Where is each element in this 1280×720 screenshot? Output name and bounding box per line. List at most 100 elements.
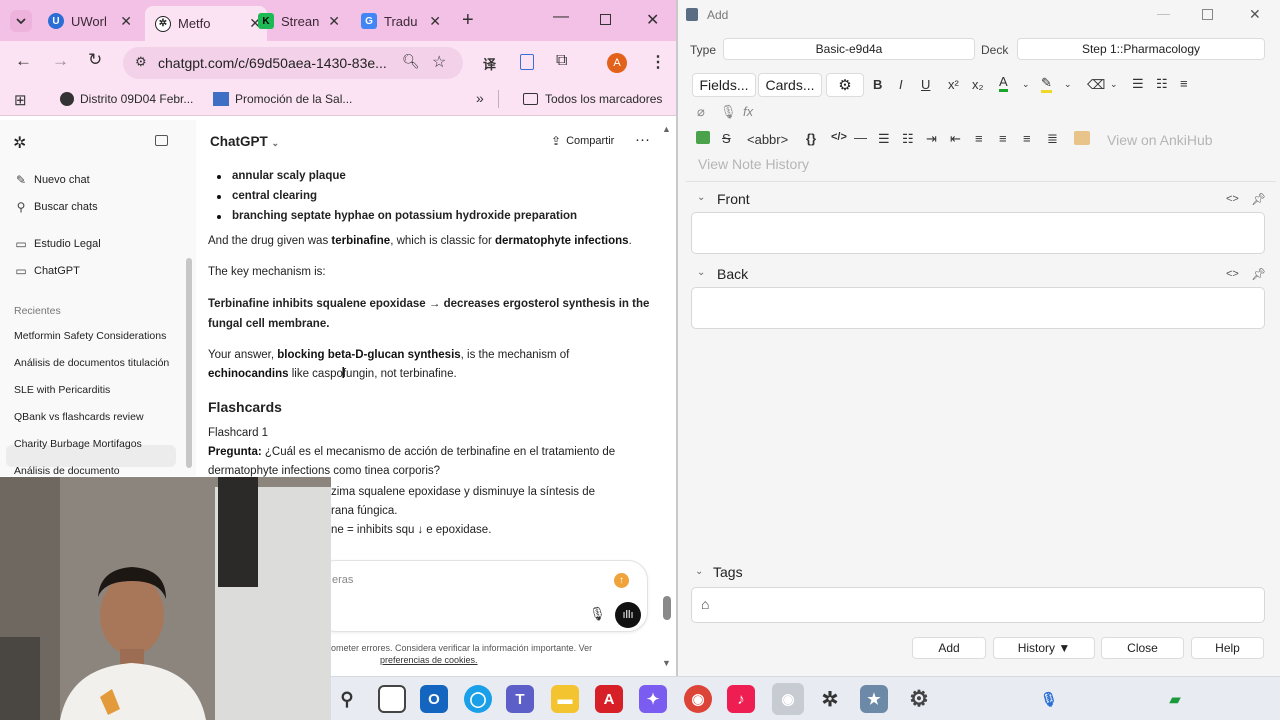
forward-icon[interactable]: → (52, 51, 69, 71)
file-explorer-icon[interactable]: ▬ (551, 685, 579, 713)
numbered-list-icon[interactable]: ☷ (902, 131, 914, 147)
sidebar-toggle-icon[interactable] (155, 135, 168, 146)
voice-mode-button[interactable]: ıllı (615, 602, 641, 628)
options-gear-button[interactable]: ⚙ (826, 73, 864, 97)
note-type-button[interactable]: Basic-e9d4a (723, 38, 975, 60)
code-button[interactable]: </> (831, 131, 847, 143)
minimize-button[interactable]: — (553, 8, 569, 26)
chatgpt-app-icon[interactable]: ✲ (816, 685, 844, 713)
align-icon[interactable]: ≡ (1180, 76, 1188, 91)
extensions-icon[interactable]: ⧉ (556, 52, 567, 70)
chevron-right-icon[interactable]: » (476, 90, 484, 106)
microphone-icon[interactable]: 🎙︎ (1035, 685, 1063, 713)
html-editor-icon[interactable]: <> (1226, 268, 1239, 280)
minimize-button[interactable]: — (1157, 6, 1170, 21)
tab-stream[interactable]: K Strean ✕ (258, 8, 340, 34)
numbered-list-icon[interactable]: ☷ (1156, 76, 1168, 92)
back-collapse-icon[interactable]: ⌄ (697, 267, 705, 278)
anki-icon[interactable]: ★ (860, 685, 888, 713)
pin-icon[interactable]: 📌︎ (1251, 267, 1266, 281)
outlook-icon[interactable]: O (420, 685, 448, 713)
file-viewer-icon[interactable] (378, 685, 406, 713)
tab-metformin[interactable]: ✲ Metfo ✕ (145, 6, 267, 41)
page-scrollbar-down[interactable]: ▼ (662, 658, 671, 668)
recent-item[interactable]: SLE with Pericarditis (14, 384, 110, 396)
close-icon[interactable]: ✕ (328, 13, 340, 30)
upload-arrow-icon[interactable]: ↑ (614, 573, 629, 588)
bulleted-list-icon[interactable]: ☰ (878, 131, 890, 147)
cortana-icon[interactable]: ◯ (464, 685, 492, 713)
tab-search-button[interactable] (10, 10, 32, 32)
tags-input[interactable]: ⌂ (691, 587, 1265, 623)
equation-icon[interactable]: fx (743, 104, 753, 119)
close-window-button[interactable]: ✕ (646, 10, 659, 30)
add-button[interactable]: Add (912, 637, 986, 659)
outdent-icon[interactable]: ⇤ (950, 131, 961, 147)
bookmark-distrito[interactable]: Distrito 09D04 Febr... (60, 92, 193, 106)
indent-icon[interactable]: ⇥ (926, 131, 937, 147)
recent-item[interactable]: QBank vs flashcards review (14, 411, 144, 423)
text-color-button[interactable]: A (999, 75, 1008, 92)
site-info-icon[interactable]: ⚙ (135, 54, 147, 70)
reading-mode-icon[interactable] (520, 54, 534, 70)
ankihub-icon[interactable] (1074, 131, 1090, 145)
star-icon[interactable]: ☆ (432, 52, 446, 72)
chrome-icon[interactable]: ◉ (684, 685, 712, 713)
teams-icon[interactable]: T (506, 685, 534, 713)
pin-icon[interactable]: 📌︎ (1251, 192, 1266, 206)
tiktok-icon[interactable]: ♪ (727, 685, 755, 713)
record-audio-icon[interactable]: 🎙︎ (720, 104, 737, 120)
search-chats-button[interactable]: ⚲ Buscar chats (14, 200, 98, 214)
cookie-preferences-link[interactable]: preferencias de cookies. (380, 655, 478, 665)
view-note-history-button[interactable]: View Note History (698, 156, 809, 172)
view-on-ankihub-button[interactable]: View on AnkiHub (1107, 132, 1213, 148)
scroll-down-icon[interactable]: ↓ (417, 524, 423, 536)
front-field-input[interactable] (691, 212, 1265, 254)
settings-icon[interactable]: ⚙ (905, 685, 933, 713)
recent-item[interactable]: Análisis de documento (14, 465, 120, 477)
eraser-icon[interactable]: ⌫ (1087, 77, 1105, 93)
recent-item[interactable]: Metformin Safety Considerations (14, 330, 166, 342)
abbr-button[interactable]: <abbr> (747, 132, 788, 147)
recent-item[interactable]: Charity Burbage Mortifagos (14, 438, 142, 450)
help-button[interactable]: Help (1191, 637, 1264, 659)
project-chatgpt[interactable]: ▭ ChatGPT (14, 264, 80, 278)
subscript-button[interactable]: x₂ (972, 77, 984, 92)
tab-uworld[interactable]: U UWorl ✕ (48, 8, 132, 34)
avatar[interactable]: A (607, 53, 627, 73)
copilot-icon[interactable]: ✦ (639, 685, 667, 713)
align-left-icon[interactable]: ≡ (975, 131, 983, 146)
chevron-down-icon[interactable]: ⌄ (1064, 79, 1072, 90)
braces-button[interactable]: {} (806, 131, 816, 146)
all-bookmarks[interactable]: Todos los marcadores (523, 92, 662, 106)
tab-translate[interactable]: G Tradu ✕ (361, 8, 441, 34)
chrome-profile-icon[interactable]: ◉ (772, 683, 804, 715)
project-estudio-legal[interactable]: ▭ Estudio Legal (14, 237, 100, 251)
history-button[interactable]: History ▼ (993, 637, 1095, 659)
close-icon[interactable]: ✕ (429, 13, 441, 30)
attachment-icon[interactable]: ⌀ (697, 104, 705, 120)
italic-button[interactable]: I (899, 77, 903, 92)
horizontal-rule-button[interactable]: — (854, 130, 867, 145)
close-button[interactable]: Close (1101, 637, 1184, 659)
sidebar-scrollbar[interactable] (186, 258, 192, 468)
maximize-button[interactable] (1202, 9, 1213, 20)
maximize-button[interactable] (600, 14, 611, 25)
apps-grid-icon[interactable]: ⊞ (14, 91, 27, 109)
acrobat-icon[interactable]: A (595, 685, 623, 713)
image-occlusion-icon[interactable] (696, 131, 710, 144)
share-button[interactable]: ⇪ Compartir (551, 134, 614, 148)
back-icon[interactable]: ← (15, 51, 32, 71)
fields-button[interactable]: Fields... (692, 73, 756, 97)
zoom-icon[interactable]: 🔍︎ (402, 53, 420, 70)
new-chat-button[interactable]: ✎ Nuevo chat (14, 173, 90, 187)
more-options-icon[interactable]: ··· (635, 131, 650, 148)
underline-button[interactable]: U (921, 77, 930, 92)
page-scrollbar-up[interactable]: ▲ (662, 124, 671, 134)
chevron-down-icon[interactable]: ⌄ (1022, 79, 1030, 90)
back-field-input[interactable] (691, 287, 1265, 329)
chevron-down-icon[interactable]: ⌄ (1110, 79, 1118, 90)
justify-icon[interactable]: ≣ (1047, 131, 1058, 147)
align-center-icon[interactable]: ≡ (999, 131, 1007, 146)
align-right-icon[interactable]: ≡ (1023, 131, 1031, 146)
